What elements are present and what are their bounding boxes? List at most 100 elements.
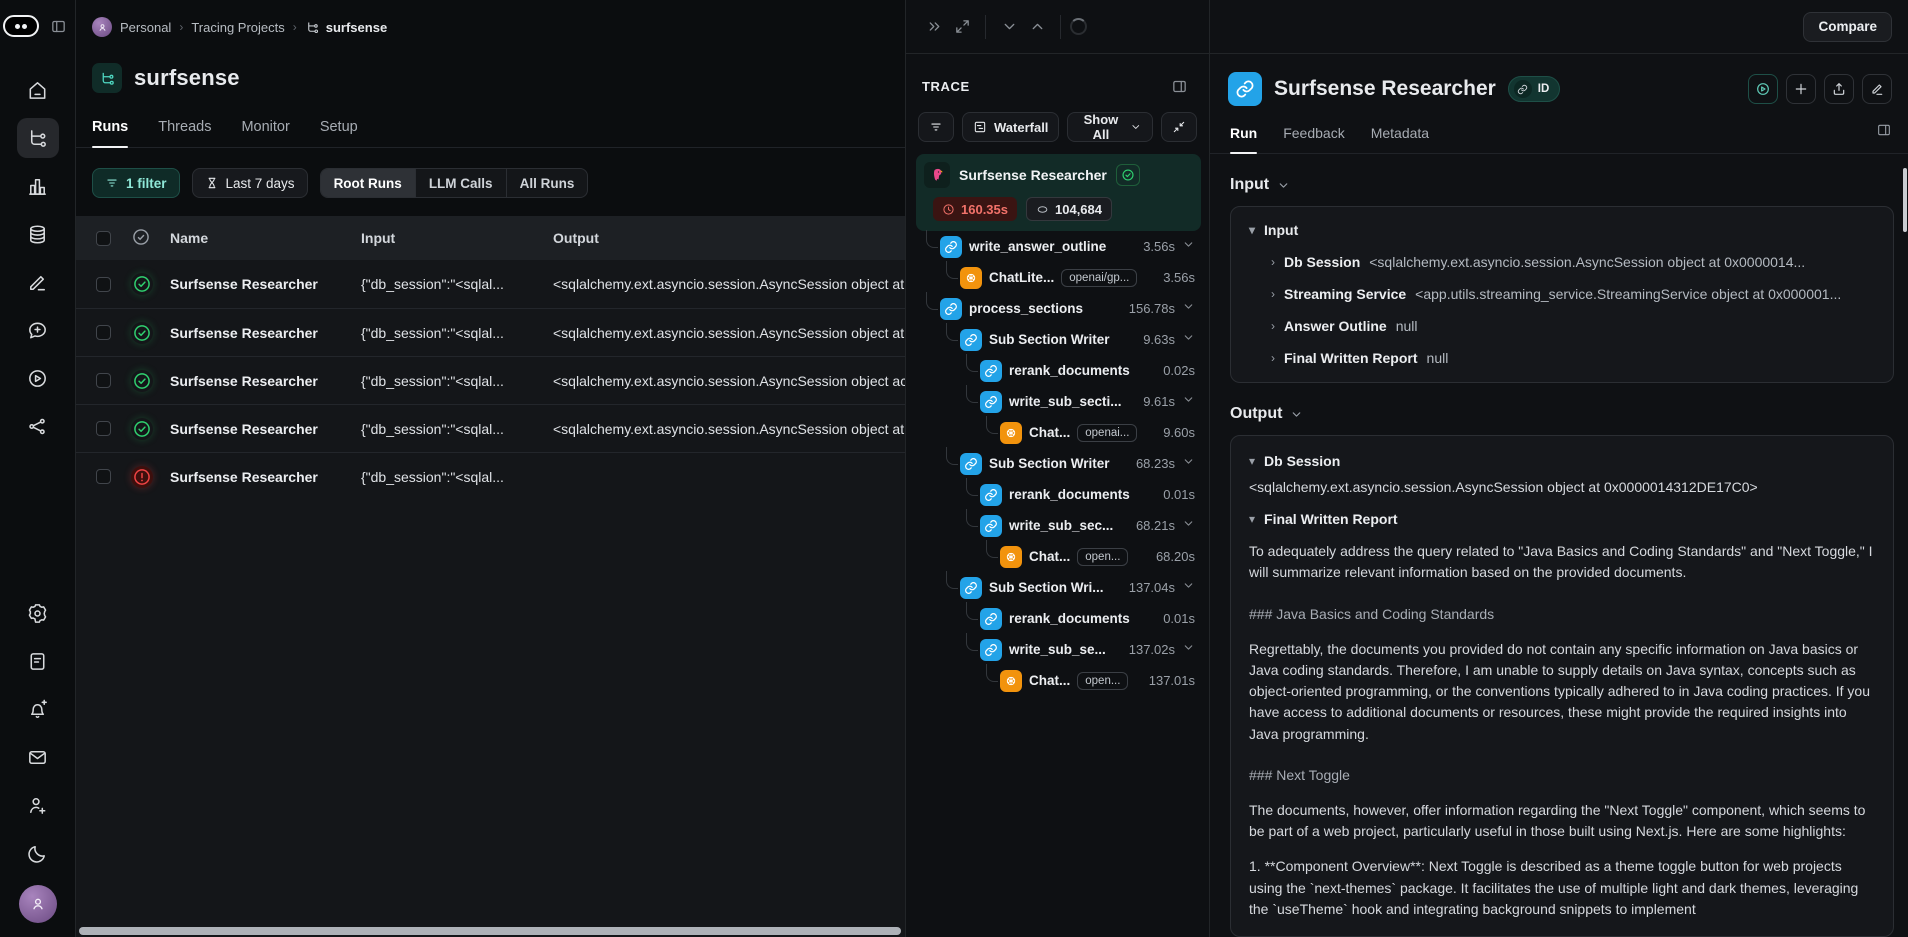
chevron-down-icon[interactable] (1182, 393, 1195, 411)
playground-run-button[interactable] (1748, 74, 1778, 104)
filter-button[interactable]: 1 filter (92, 168, 180, 198)
trace-span[interactable]: Chat... openai... 9.60s (916, 417, 1201, 448)
input-entry-row[interactable]: › Answer Outline null (1271, 318, 1875, 334)
segment-root-runs[interactable]: Root Runs (321, 169, 416, 197)
sidebar-item-docs[interactable] (17, 641, 59, 681)
sidebar-item-tracing[interactable] (17, 118, 59, 158)
trace-span[interactable]: rerank_documents 0.01s (916, 603, 1201, 634)
side-panel-icon[interactable] (1876, 122, 1892, 153)
breadcrumb-tracing-projects[interactable]: Tracing Projects (191, 20, 284, 35)
output-final-report-row[interactable]: ▾ Final Written Report (1249, 511, 1875, 527)
tab-setup[interactable]: Setup (320, 119, 358, 147)
sidebar-item-dashboards[interactable] (17, 166, 59, 206)
sidebar-item-home[interactable] (17, 70, 59, 110)
trace-span[interactable]: write_answer_outline 3.56s (916, 231, 1201, 262)
next-run-icon[interactable] (1023, 13, 1051, 41)
sidebar-item-settings[interactable] (17, 593, 59, 633)
output-db-session-row[interactable]: ▾ Db Session (1249, 453, 1875, 469)
trace-span[interactable]: Sub Section Writer 9.63s (916, 324, 1201, 355)
expand-twisty-icon[interactable]: › (1271, 287, 1275, 301)
minimize-tree-button[interactable] (1161, 112, 1197, 142)
trace-span[interactable]: write_sub_secti... 9.61s (916, 386, 1201, 417)
trace-span[interactable]: Sub Section Wri... 137.04s (916, 572, 1201, 603)
dark-mode-toggle[interactable] (17, 833, 59, 873)
chevron-down-icon[interactable] (1182, 641, 1195, 659)
table-row[interactable]: Surfsense Researcher {"db_session":"<sql… (76, 404, 905, 452)
table-row[interactable]: Surfsense Researcher {"db_session":"<sql… (76, 308, 905, 356)
input-entry-row[interactable]: › Db Session <sqlalchemy.ext.asyncio.ses… (1271, 254, 1875, 270)
chevron-down-icon[interactable] (1182, 331, 1195, 349)
sidebar-item-deployments[interactable] (17, 406, 59, 446)
expand-twisty-icon[interactable]: › (1271, 351, 1275, 365)
collapse-twisty-icon[interactable]: ▾ (1249, 454, 1255, 468)
edit-button[interactable] (1862, 74, 1892, 104)
segment-llm-calls[interactable]: LLM Calls (416, 169, 507, 197)
collapse-panel-icon[interactable] (920, 13, 948, 41)
chevron-down-icon[interactable] (1182, 517, 1195, 535)
split-view-icon[interactable] (1165, 72, 1193, 100)
tab-feedback[interactable]: Feedback (1283, 125, 1344, 153)
trace-span[interactable]: Chat... open... 137.01s (916, 665, 1201, 696)
expand-fullscreen-icon[interactable] (948, 13, 976, 41)
table-row[interactable]: Surfsense Researcher {"db_session":"<sql… (76, 452, 905, 500)
sidebar-item-playground[interactable] (17, 358, 59, 398)
tab-threads[interactable]: Threads (158, 119, 211, 147)
tab-run[interactable]: Run (1230, 125, 1257, 153)
trace-span[interactable]: process_sections 156.78s (916, 293, 1201, 324)
chevron-down-icon[interactable] (1182, 300, 1195, 318)
sidebar-toggle-icon[interactable] (45, 12, 73, 40)
add-to-dataset-button[interactable] (1786, 74, 1816, 104)
expand-twisty-icon[interactable]: › (1271, 319, 1275, 333)
trace-span[interactable]: Chat... open... 68.20s (916, 541, 1201, 572)
trace-span[interactable]: ChatLite... openai/gp... 3.56s (916, 262, 1201, 293)
sidebar-item-prompts[interactable] (17, 310, 59, 350)
output-section-header[interactable]: Output (1230, 405, 1894, 423)
tab-monitor[interactable]: Monitor (241, 119, 289, 147)
input-root-row[interactable]: ▾ Input (1249, 222, 1875, 238)
trace-span[interactable]: Sub Section Writer 68.23s (916, 448, 1201, 479)
status-column-icon[interactable] (131, 227, 151, 250)
breadcrumb-project[interactable]: surfsense (305, 20, 387, 35)
table-row[interactable]: Surfsense Researcher {"db_session":"<sql… (76, 260, 905, 308)
trace-filter-button[interactable] (918, 112, 954, 142)
trace-span[interactable]: rerank_documents 0.01s (916, 479, 1201, 510)
tab-metadata[interactable]: Metadata (1371, 125, 1429, 153)
chevron-down-icon[interactable] (1182, 579, 1195, 597)
user-avatar[interactable] (19, 885, 57, 923)
row-checkbox[interactable] (96, 421, 111, 436)
sidebar-item-notifications[interactable] (17, 689, 59, 729)
input-entry-row[interactable]: › Final Written Report null (1271, 350, 1875, 366)
vertical-scrollbar[interactable] (1903, 168, 1907, 232)
prev-run-icon[interactable] (995, 13, 1023, 41)
horizontal-scrollbar[interactable] (79, 927, 901, 935)
trace-span[interactable]: rerank_documents 0.02s (916, 355, 1201, 386)
row-checkbox[interactable] (96, 373, 111, 388)
trace-root-span[interactable]: Surfsense Researcher 160.35s 104,684 (916, 154, 1201, 231)
show-all-dropdown[interactable]: Show All (1067, 112, 1153, 142)
trace-span[interactable]: write_sub_se... 137.02s (916, 634, 1201, 665)
run-id-pill[interactable]: ID (1508, 76, 1561, 102)
date-range-button[interactable]: Last 7 days (192, 168, 308, 198)
tab-runs[interactable]: Runs (92, 119, 128, 147)
compare-button[interactable]: Compare (1803, 12, 1892, 42)
input-entry-row[interactable]: › Streaming Service <app.utils.streaming… (1271, 286, 1875, 302)
trace-span[interactable]: write_sub_sec... 68.21s (916, 510, 1201, 541)
table-row[interactable]: Surfsense Researcher {"db_session":"<sql… (76, 356, 905, 404)
chevron-down-icon[interactable] (1182, 238, 1195, 256)
sidebar-item-datasets[interactable] (17, 214, 59, 254)
collapse-twisty-icon[interactable]: ▾ (1249, 223, 1255, 237)
sidebar-item-annotations[interactable] (17, 262, 59, 302)
chevron-down-icon[interactable] (1182, 455, 1195, 473)
langsmith-logo[interactable] (3, 15, 39, 37)
breadcrumb-personal[interactable]: Personal (120, 20, 171, 35)
segment-all-runs[interactable]: All Runs (507, 169, 588, 197)
select-all-checkbox[interactable] (96, 231, 111, 246)
expand-twisty-icon[interactable]: › (1271, 255, 1275, 269)
input-section-header[interactable]: Input (1230, 176, 1894, 194)
row-checkbox[interactable] (96, 325, 111, 340)
sidebar-item-mail[interactable] (17, 737, 59, 777)
waterfall-button[interactable]: Waterfall (962, 112, 1059, 142)
collapse-twisty-icon[interactable]: ▾ (1249, 512, 1255, 526)
row-checkbox[interactable] (96, 469, 111, 484)
row-checkbox[interactable] (96, 277, 111, 292)
